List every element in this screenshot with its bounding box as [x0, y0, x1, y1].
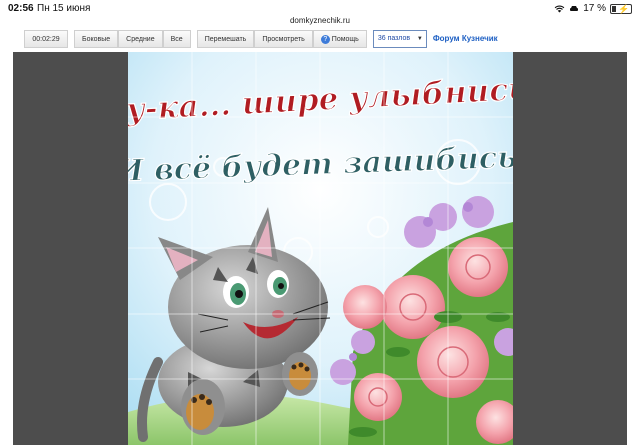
- board-right-margin: [627, 52, 640, 445]
- battery-icon: ⚡: [610, 3, 632, 14]
- screen: 02:56 Пн 15 июня domkyznechik.ru 17 % ⚡ …: [0, 0, 640, 445]
- pieces-select-value: 36 пазлов: [377, 35, 411, 42]
- preview-button[interactable]: Просмотреть: [254, 30, 313, 48]
- forum-link[interactable]: Форум Кузнечик: [433, 30, 498, 48]
- help-button[interactable]: ? Помощь: [312, 30, 367, 48]
- battery-percent: 17 %: [583, 3, 606, 14]
- help-icon: ?: [320, 34, 330, 44]
- status-bar: 02:56 Пн 15 июня domkyznechik.ru 17 % ⚡: [0, 0, 640, 25]
- puzzle-toolbar: 00:02:29 Боковые Средние Все Перемешать …: [24, 30, 498, 48]
- middle-button[interactable]: Средние: [118, 30, 163, 48]
- pieces-select[interactable]: 36 пазлов ▼: [372, 30, 427, 48]
- car-icon: [570, 5, 579, 11]
- wifi-icon: [554, 5, 565, 13]
- status-right: 17 % ⚡: [554, 3, 632, 14]
- status-time: 02:56: [8, 3, 34, 14]
- timer-display: 00:02:29: [24, 30, 68, 48]
- sides-button[interactable]: Боковые: [74, 30, 119, 48]
- status-date: Пн 15 июня: [37, 3, 91, 14]
- puzzle-image[interactable]: Ну-ка... шире улыбнись! И всё будет заши…: [128, 52, 513, 445]
- shuffle-button[interactable]: Перемешать: [196, 30, 255, 48]
- all-button[interactable]: Все: [162, 30, 191, 48]
- address-url[interactable]: domkyznechik.ru: [0, 16, 640, 25]
- help-label: Помощь: [331, 36, 359, 43]
- chevron-down-icon: ▼: [416, 36, 423, 42]
